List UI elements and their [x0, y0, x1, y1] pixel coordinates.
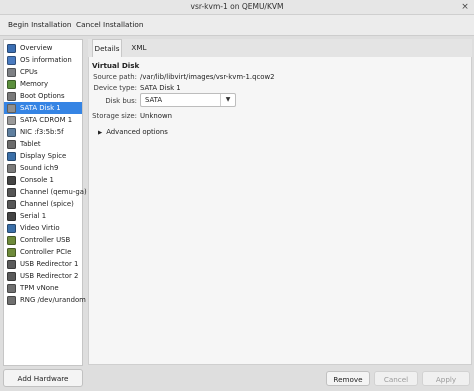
- tpm-icon: [7, 283, 16, 293]
- usb-icon: [7, 259, 16, 269]
- sidebar-item-label: Console 1: [20, 176, 54, 184]
- source-path-label: Source path:: [93, 73, 137, 81]
- device-type-label: Device type:: [93, 84, 137, 92]
- tablet-icon: [7, 139, 16, 149]
- sidebar-item-label: Overview: [20, 44, 53, 52]
- sidebar-item-rng-dev-urandom[interactable]: RNG /dev/urandom: [4, 294, 86, 306]
- apply-button[interactable]: Apply: [422, 371, 470, 386]
- sidebar-item-console-1[interactable]: Console 1: [4, 174, 82, 186]
- sidebar-item-label: RNG /dev/urandom: [20, 296, 86, 304]
- cdrom-icon: [7, 115, 16, 125]
- device-type-value: SATA Disk 1: [140, 84, 181, 92]
- sidebar-item-label: Display Spice: [20, 152, 67, 160]
- tab-xml[interactable]: XML: [128, 39, 150, 57]
- sidebar-item-controller-usb[interactable]: Controller USB: [4, 234, 82, 246]
- sidebar-item-label: Serial 1: [20, 212, 47, 220]
- sidebar-item-tpm-vnone[interactable]: TPM vNone: [4, 282, 82, 294]
- memory-icon: [7, 79, 16, 89]
- tab-bar: Details XML: [88, 39, 472, 58]
- sidebar-item-display-spice[interactable]: Display Spice: [4, 150, 82, 162]
- console-icon: [7, 175, 16, 185]
- video-icon: [7, 223, 16, 233]
- chevron-right-icon: ▶: [98, 130, 103, 136]
- sidebar-item-sata-cdrom-1[interactable]: SATA CDROM 1: [4, 114, 82, 126]
- advanced-options-expander[interactable]: ▶ Advanced options: [98, 128, 168, 136]
- sidebar-item-channel-qemu-ga[interactable]: Channel (qemu-ga): [4, 186, 87, 198]
- cancel-button[interactable]: Cancel: [374, 371, 418, 386]
- sidebar-item-label: Controller USB: [20, 236, 71, 244]
- sidebar-item-usb-redirector-2[interactable]: USB Redirector 2: [4, 270, 82, 282]
- window-titlebar: vsr-kvm-1 on QEMU/KVM ×: [0, 0, 474, 15]
- details-panel: Virtual Disk Source path: /var/lib/libvi…: [88, 57, 472, 365]
- sidebar-item-label: USB Redirector 1: [20, 260, 79, 268]
- sidebar-item-video-virtio[interactable]: Video Virtio: [4, 222, 82, 234]
- advanced-options-label: Advanced options: [106, 128, 168, 136]
- sound-icon: [7, 163, 16, 173]
- sidebar-item-label: Memory: [20, 80, 49, 88]
- controller-icon: [7, 235, 16, 245]
- sidebar-item-sata-disk-1[interactable]: SATA Disk 1: [4, 102, 82, 114]
- sidebar-item-label: OS information: [20, 56, 72, 64]
- rng-icon: [7, 295, 16, 305]
- toolbar: Begin Installation Cancel Installation: [0, 15, 474, 36]
- controller-icon: [7, 247, 16, 257]
- sidebar-item-controller-pcie[interactable]: Controller PCIe: [4, 246, 82, 258]
- storage-size-value: Unknown: [140, 112, 172, 120]
- sidebar-item-cpus[interactable]: CPUs: [4, 66, 82, 78]
- monitor-icon: [7, 43, 16, 53]
- sidebar-item-label: Sound ich9: [20, 164, 59, 172]
- sidebar-item-label: Boot Options: [20, 92, 65, 100]
- sidebar-item-nic-f3-5b-5f[interactable]: NIC :f3:5b:5f: [4, 126, 82, 138]
- os-info-icon: [7, 55, 16, 65]
- cancel-installation-button[interactable]: Cancel Installation: [76, 15, 143, 35]
- close-window-icon[interactable]: ×: [460, 2, 470, 12]
- sidebar-item-label: NIC :f3:5b:5f: [20, 128, 64, 136]
- channel-icon: [7, 199, 16, 209]
- sidebar-item-label: Channel (qemu-ga): [20, 188, 87, 196]
- sidebar-item-serial-1[interactable]: Serial 1: [4, 210, 82, 222]
- storage-size-label: Storage size:: [92, 112, 137, 120]
- sidebar-item-label: Tablet: [20, 140, 41, 148]
- sidebar-item-label: Channel (spice): [20, 200, 74, 208]
- display-icon: [7, 151, 16, 161]
- tab-details[interactable]: Details: [92, 39, 122, 57]
- serial-icon: [7, 211, 16, 221]
- disk-bus-value: SATA: [145, 96, 163, 104]
- disk-bus-label: Disk bus:: [105, 97, 137, 105]
- disk-bus-select[interactable]: SATA ▼: [140, 93, 236, 107]
- source-path-value: /var/lib/libvirt/images/vsr-kvm-1.qcow2: [140, 73, 275, 81]
- sidebar-item-label: SATA CDROM 1: [20, 116, 73, 124]
- usb-icon: [7, 271, 16, 281]
- sidebar-item-label: USB Redirector 2: [20, 272, 79, 280]
- section-title-virtual-disk: Virtual Disk: [92, 61, 140, 70]
- add-hardware-button[interactable]: Add Hardware: [3, 369, 83, 387]
- sidebar-item-label: SATA Disk 1: [20, 104, 61, 112]
- nic-icon: [7, 127, 16, 137]
- chevron-down-icon[interactable]: ▼: [220, 94, 235, 106]
- disk-icon: [7, 103, 16, 113]
- sidebar-item-os-information[interactable]: OS information: [4, 54, 82, 66]
- begin-installation-button[interactable]: Begin Installation: [8, 15, 72, 35]
- sidebar-item-tablet[interactable]: Tablet: [4, 138, 82, 150]
- sidebar-item-label: Controller PCIe: [20, 248, 72, 256]
- sidebar-item-label: CPUs: [20, 68, 38, 76]
- sidebar-item-overview[interactable]: Overview: [4, 42, 82, 54]
- sidebar-item-boot-options[interactable]: Boot Options: [4, 90, 82, 102]
- channel-icon: [7, 187, 16, 197]
- window-title: vsr-kvm-1 on QEMU/KVM: [190, 2, 284, 11]
- hardware-list: Overview OS information CPUs Memory Boot Opt…: [3, 39, 87, 366]
- sidebar-item-label: TPM vNone: [20, 284, 59, 292]
- sidebar-item-memory[interactable]: Memory: [4, 78, 82, 90]
- boot-icon: [7, 91, 16, 101]
- remove-button[interactable]: Remove: [326, 371, 370, 386]
- sidebar-item-label: Video Virtio: [20, 224, 60, 232]
- sidebar-item-usb-redirector-1[interactable]: USB Redirector 1: [4, 258, 82, 270]
- sidebar-item-sound-ich9[interactable]: Sound ich9: [4, 162, 82, 174]
- sidebar-item-channel-spice[interactable]: Channel (spice): [4, 198, 82, 210]
- cpu-icon: [7, 67, 16, 77]
